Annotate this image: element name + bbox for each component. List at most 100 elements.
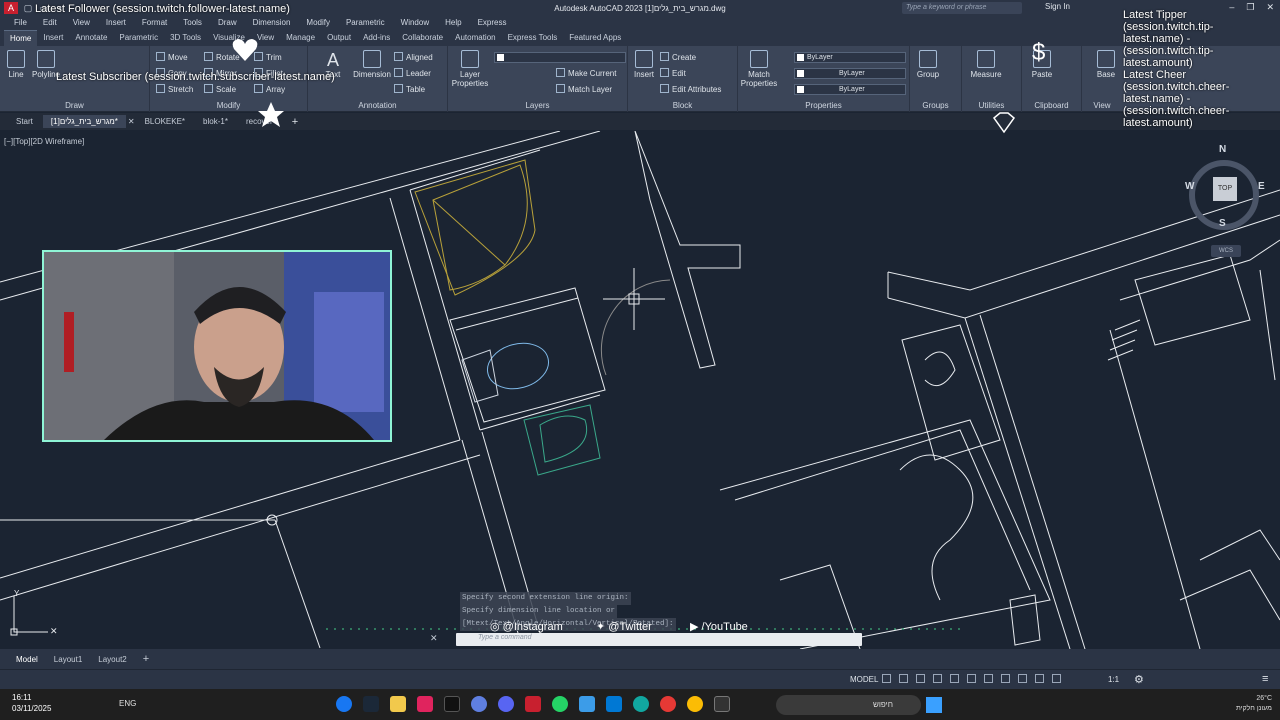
viewcube[interactable]: TOP N S W E: [1183, 144, 1267, 232]
input-language-indicator[interactable]: ENG: [119, 699, 136, 708]
menu-dimension[interactable]: Dimension: [245, 16, 299, 30]
whatsapp-icon[interactable]: [552, 696, 568, 712]
ortho-icon[interactable]: [916, 674, 925, 683]
snap-icon[interactable]: [899, 674, 908, 683]
transparency-icon[interactable]: [1018, 674, 1027, 683]
line-button[interactable]: Line: [6, 50, 26, 79]
tab-3d-tools[interactable]: 3D Tools: [164, 30, 207, 46]
tab-automation[interactable]: Automation: [449, 30, 501, 46]
calculator-icon[interactable]: [579, 696, 595, 712]
close-command-line-icon[interactable]: ✕: [430, 633, 438, 644]
windows-start-icon[interactable]: [926, 697, 942, 713]
menu-modify[interactable]: Modify: [298, 16, 338, 30]
browser-icon[interactable]: [471, 696, 487, 712]
groups-panel-title[interactable]: Groups: [910, 101, 961, 110]
isodraft-icon[interactable]: [950, 674, 959, 683]
table-button[interactable]: Table: [394, 84, 425, 94]
file-tab-blokeke[interactable]: BLOKEKE*: [137, 115, 193, 128]
tab-express-tools[interactable]: Express Tools: [502, 30, 564, 46]
terminal-icon[interactable]: [714, 696, 730, 712]
make-current-button[interactable]: Make Current: [556, 68, 616, 78]
command-line[interactable]: ✕ Type a command: [430, 633, 862, 646]
stretch-button[interactable]: Stretch: [156, 84, 193, 94]
dimension-button[interactable]: Dimension: [350, 50, 394, 79]
grid-icon[interactable]: [882, 674, 891, 683]
edit-block-button[interactable]: Edit: [660, 68, 686, 78]
annotation-panel-title[interactable]: Annotation: [308, 101, 447, 110]
aligned-dropdown[interactable]: Aligned: [394, 52, 433, 62]
tab-home[interactable]: Home: [4, 30, 38, 46]
tab-featured-apps[interactable]: Featured Apps: [563, 30, 627, 46]
move-button[interactable]: Move: [156, 52, 188, 62]
help-search-input[interactable]: Type a keyword or phrase: [902, 2, 1022, 14]
menu-file[interactable]: File: [6, 16, 35, 30]
polar-icon[interactable]: [933, 674, 942, 683]
layer-properties-button[interactable]: Layer Properties: [450, 50, 490, 88]
file-tab-start[interactable]: Start: [8, 115, 41, 128]
tab-parametric[interactable]: Parametric: [113, 30, 164, 46]
menu-insert[interactable]: Insert: [98, 16, 134, 30]
base-button[interactable]: Base: [1092, 50, 1120, 79]
viewcube-west[interactable]: W: [1185, 181, 1194, 192]
workspace-gear-icon[interactable]: ⚙: [1134, 673, 1144, 686]
layers-panel-title[interactable]: Layers: [448, 101, 627, 110]
menu-format[interactable]: Format: [134, 16, 175, 30]
store-icon[interactable]: [606, 696, 622, 712]
model-space-toggle[interactable]: MODEL: [850, 675, 878, 684]
layout-tab-model[interactable]: Model: [10, 653, 44, 666]
annotation-monitor-icon[interactable]: [1052, 674, 1061, 683]
tab-collaborate[interactable]: Collaborate: [396, 30, 449, 46]
edit-attributes-button[interactable]: Edit Attributes: [660, 84, 721, 94]
layout-tab-layout2[interactable]: Layout2: [92, 653, 132, 666]
leader-dropdown[interactable]: Leader: [394, 68, 431, 78]
file-explorer-icon[interactable]: [390, 696, 406, 712]
properties-panel-title[interactable]: Properties: [738, 101, 909, 110]
clipboard-panel-title[interactable]: Clipboard: [1022, 101, 1081, 110]
weather-widget[interactable]: 26°C מעונן חלקית: [1192, 694, 1272, 714]
menu-help[interactable]: Help: [437, 16, 469, 30]
object-snap-tracking-icon[interactable]: [967, 674, 976, 683]
wcs-menu[interactable]: WCS: [1211, 245, 1241, 257]
autocad-icon[interactable]: [525, 696, 541, 712]
taskbar-search[interactable]: חיפוש: [776, 695, 921, 715]
menu-draw[interactable]: Draw: [210, 16, 245, 30]
lineweight-icon[interactable]: [1001, 674, 1010, 683]
lineweight-dropdown[interactable]: ByLayer: [794, 84, 906, 95]
sign-in-link[interactable]: Sign In: [1045, 2, 1070, 11]
tab-manage[interactable]: Manage: [280, 30, 321, 46]
menu-view[interactable]: View: [65, 16, 98, 30]
utilities-panel-title[interactable]: Utilities: [962, 101, 1021, 110]
create-block-button[interactable]: Create: [660, 52, 696, 62]
tab-insert[interactable]: Insert: [37, 30, 69, 46]
menu-express[interactable]: Express: [470, 16, 515, 30]
viewport-controls-label[interactable]: [−][Top][2D Wireframe]: [4, 137, 84, 146]
tab-annotate[interactable]: Annotate: [69, 30, 113, 46]
facebook-icon[interactable]: [336, 696, 352, 712]
add-layout-plus-icon[interactable]: +: [137, 651, 155, 667]
object-snap-icon[interactable]: [984, 674, 993, 683]
menu-parametric[interactable]: Parametric: [338, 16, 393, 30]
new-tab-plus-icon[interactable]: +: [286, 116, 304, 128]
array-button[interactable]: Array: [254, 84, 285, 94]
viewcube-north[interactable]: N: [1219, 144, 1226, 155]
measure-button[interactable]: Measure: [966, 50, 1006, 79]
group-button[interactable]: Group: [914, 50, 942, 79]
customization-menu-icon[interactable]: ≡: [1262, 673, 1268, 685]
layout-tab-layout1[interactable]: Layout1: [48, 653, 88, 666]
block-panel-title[interactable]: Block: [628, 101, 737, 110]
insert-button[interactable]: Insert: [630, 50, 658, 79]
system-clock[interactable]: 16:11 03/11/2025: [12, 692, 51, 714]
menu-window[interactable]: Window: [393, 16, 437, 30]
close-tab-icon[interactable]: ✕: [128, 117, 135, 126]
color-dropdown[interactable]: ByLayer: [794, 52, 906, 63]
viewcube-top-face[interactable]: TOP: [1213, 177, 1237, 201]
steam-icon[interactable]: [363, 696, 379, 712]
viewcube-east[interactable]: E: [1258, 181, 1265, 192]
tab-add-ins[interactable]: Add-ins: [357, 30, 396, 46]
match-properties-button[interactable]: Match Properties: [740, 50, 778, 88]
edge-icon[interactable]: [633, 696, 649, 712]
obs-icon[interactable]: [660, 696, 676, 712]
selection-cycling-icon[interactable]: [1035, 674, 1044, 683]
chrome-icon[interactable]: [687, 696, 703, 712]
menu-edit[interactable]: Edit: [35, 16, 65, 30]
